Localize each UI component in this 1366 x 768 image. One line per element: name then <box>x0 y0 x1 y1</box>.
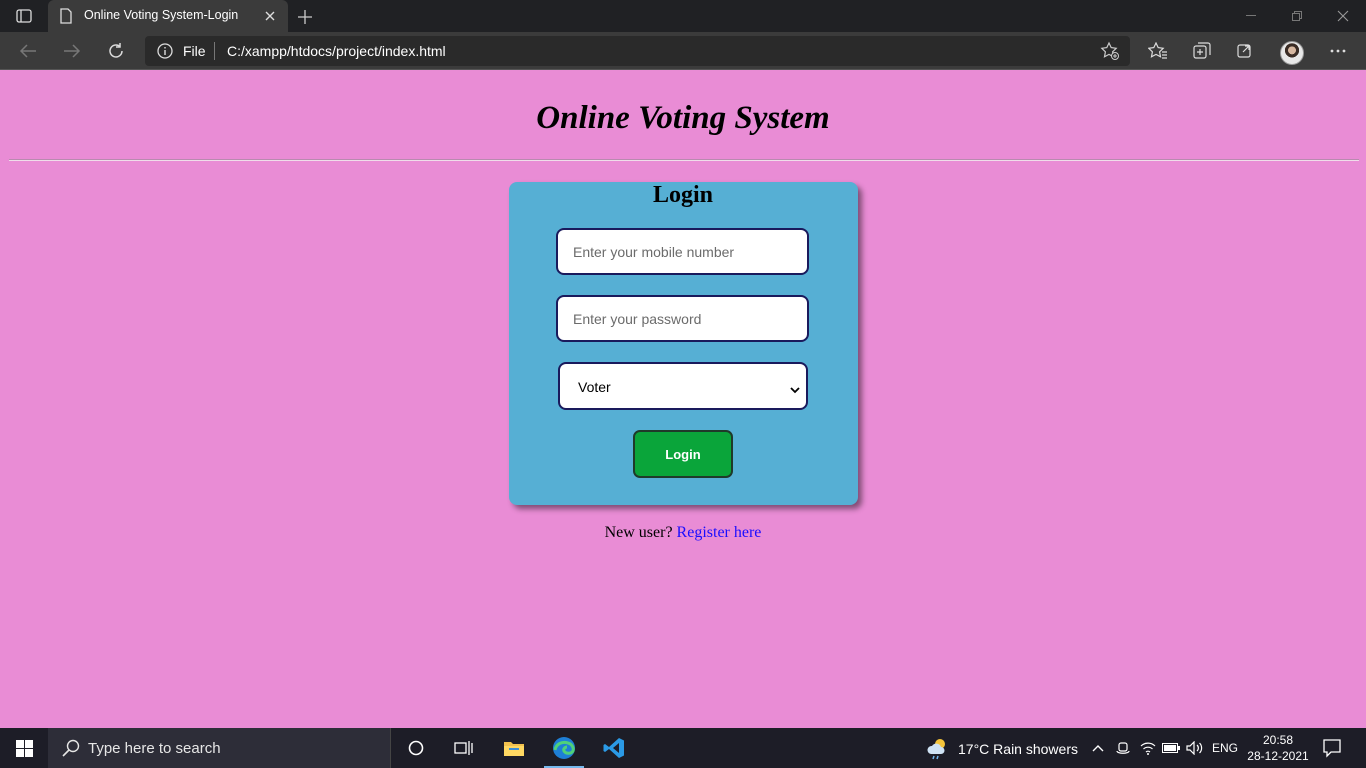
address-separator <box>214 42 215 60</box>
browser-tab[interactable]: Online Voting System-Login <box>48 0 288 32</box>
add-favorite-icon[interactable] <box>1100 41 1120 66</box>
wifi-icon[interactable] <box>1138 738 1158 758</box>
login-button[interactable]: Login <box>633 430 733 478</box>
minimize-icon[interactable] <box>1239 6 1263 26</box>
role-select[interactable]: Voter <box>558 362 808 410</box>
page-icon <box>60 8 72 29</box>
address-bar[interactable]: File C:/xampp/htdocs/project/index.html <box>145 36 1130 66</box>
meet-icon[interactable] <box>1113 738 1133 758</box>
edge-icon[interactable] <box>540 728 588 768</box>
search-icon <box>62 739 80 762</box>
register-line: New user? Register here <box>0 524 1366 542</box>
share-icon[interactable] <box>1234 40 1258 62</box>
back-icon[interactable] <box>16 40 40 62</box>
task-view-icon[interactable] <box>440 728 488 768</box>
login-heading: Login <box>652 182 714 208</box>
clock-time: 20:58 <box>1262 733 1294 747</box>
close-icon[interactable] <box>260 6 280 26</box>
notification-icon[interactable] <box>1322 738 1342 763</box>
info-icon[interactable] <box>157 43 173 64</box>
weather-text[interactable]: 17°C Rain showers <box>958 741 1078 757</box>
battery-icon[interactable] <box>1161 738 1181 758</box>
weather-icon[interactable] <box>926 736 950 765</box>
collections-icon[interactable] <box>1190 40 1214 62</box>
mobile-input[interactable] <box>558 230 807 273</box>
tab-title: Online Voting System-Login <box>84 8 239 22</box>
mobile-field[interactable] <box>556 228 809 275</box>
taskbar: Type here to search 17°C Rain showers EN… <box>0 728 1366 768</box>
clock[interactable]: 20:58 28-12-2021 <box>1244 732 1312 764</box>
password-input[interactable] <box>558 297 807 340</box>
page-title: Online Voting System <box>536 100 830 136</box>
cortana-icon[interactable] <box>392 728 440 768</box>
header-divider <box>9 159 1359 161</box>
vscode-icon[interactable] <box>590 728 638 768</box>
tab-actions-icon[interactable] <box>12 7 36 25</box>
clock-date: 28-12-2021 <box>1247 749 1309 763</box>
browser-titlebar: Online Voting System-Login <box>0 0 1366 32</box>
language-indicator[interactable]: ENG <box>1212 741 1238 755</box>
volume-icon[interactable] <box>1185 738 1205 758</box>
windows-start-icon[interactable] <box>0 728 48 768</box>
password-field[interactable] <box>556 295 809 342</box>
chevron-up-icon[interactable] <box>1088 738 1108 758</box>
address-url[interactable]: C:/xampp/htdocs/project/index.html <box>227 43 446 59</box>
role-select-value: Voter <box>578 379 611 395</box>
favorites-icon[interactable] <box>1146 40 1170 62</box>
more-icon[interactable] <box>1326 40 1350 62</box>
forward-icon[interactable] <box>60 40 84 62</box>
chevron-down-icon <box>790 381 800 399</box>
window-close-icon[interactable] <box>1331 6 1355 26</box>
restore-icon[interactable] <box>1285 6 1309 26</box>
search-placeholder: Type here to search <box>88 740 221 757</box>
plus-icon[interactable] <box>294 6 316 28</box>
refresh-icon[interactable] <box>104 40 128 62</box>
file-explorer-icon[interactable] <box>490 728 538 768</box>
profile-avatar[interactable] <box>1280 41 1304 65</box>
address-scheme: File <box>183 43 206 59</box>
new-user-text: New user? <box>604 524 677 541</box>
register-link[interactable]: Register here <box>677 524 762 541</box>
browser-toolbar: File C:/xampp/htdocs/project/index.html <box>0 32 1366 70</box>
taskbar-search[interactable]: Type here to search <box>48 728 391 768</box>
